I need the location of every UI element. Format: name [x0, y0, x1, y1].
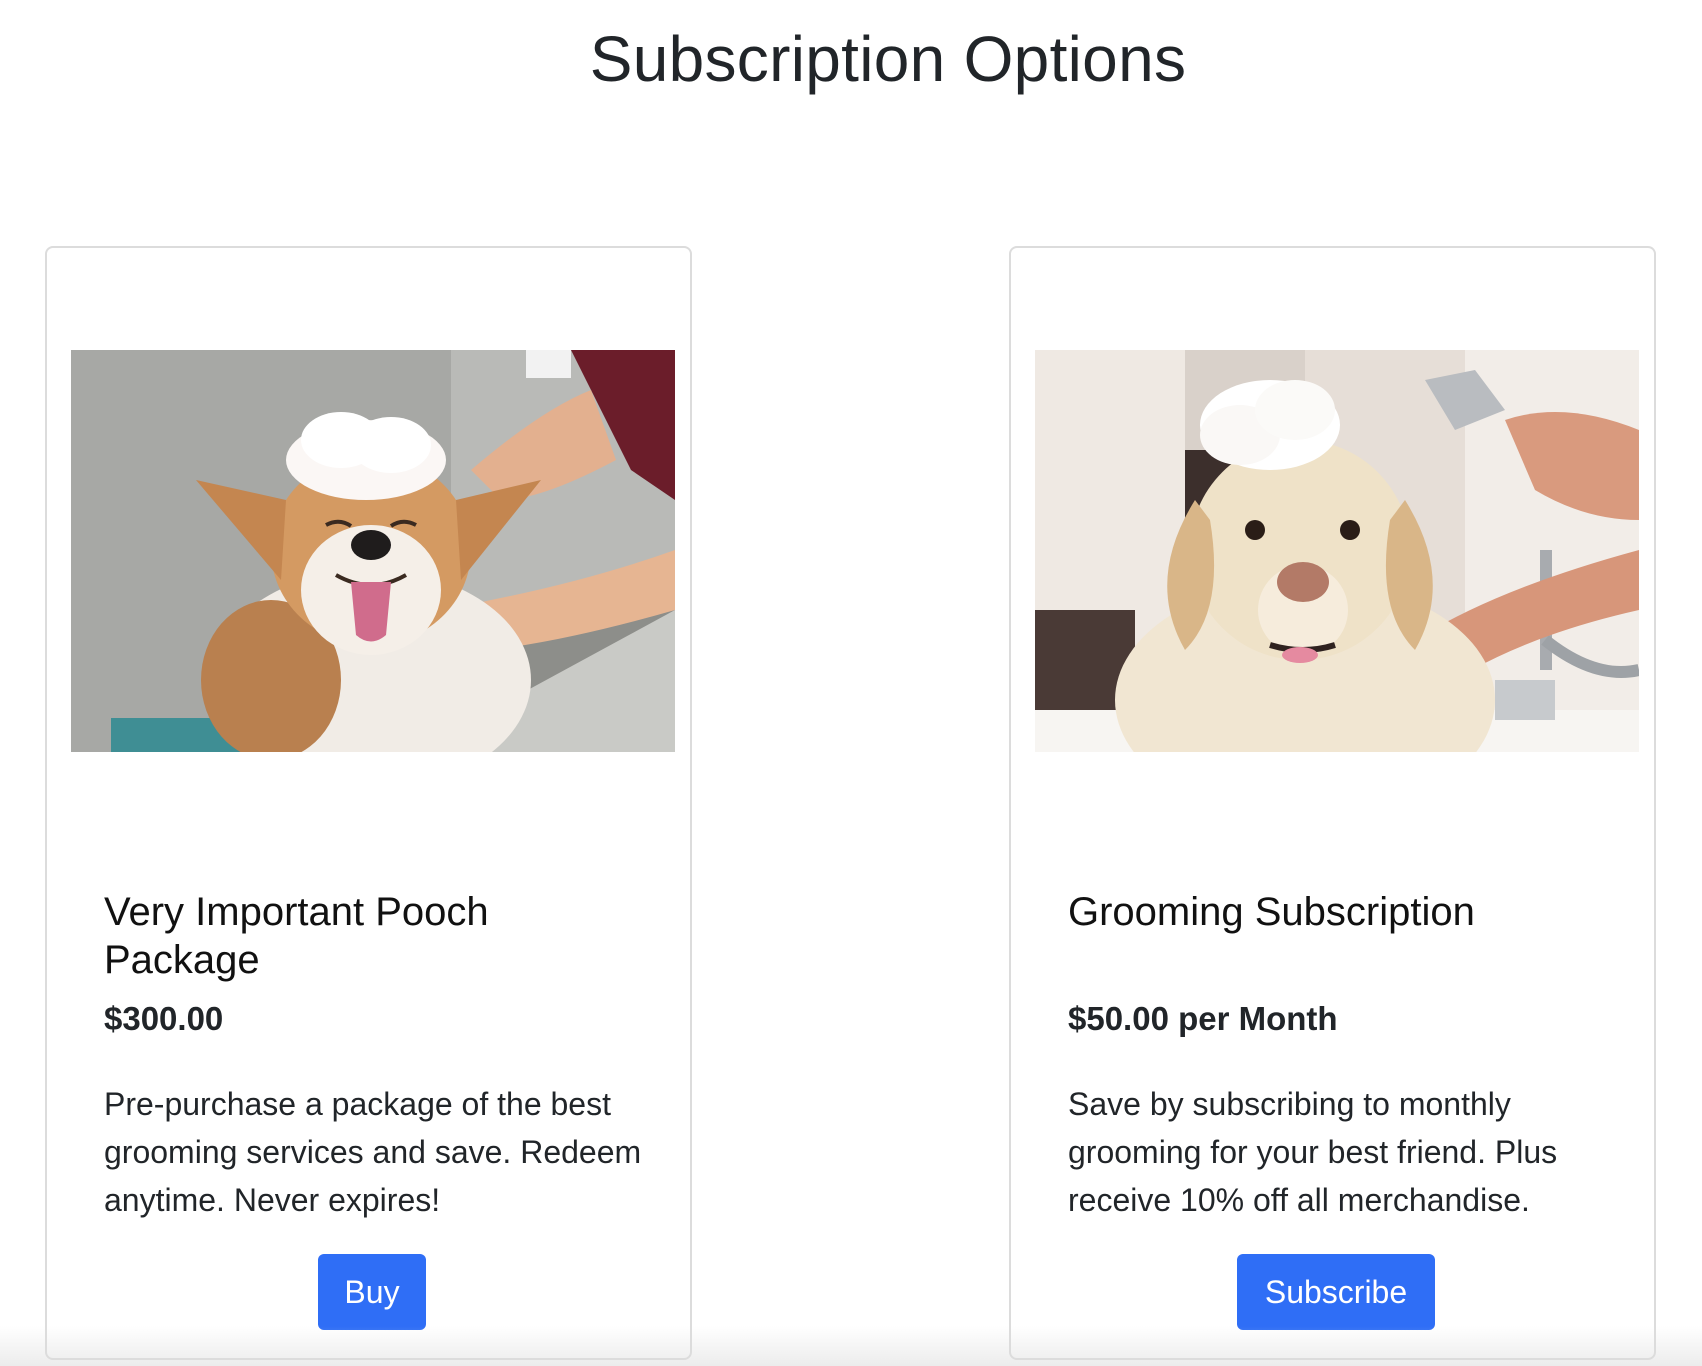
- card-title: Very Important Pooch Package: [104, 890, 489, 982]
- card-price: $300.00: [104, 1000, 224, 1037]
- buy-button[interactable]: Buy: [318, 1254, 426, 1330]
- card-title: Grooming Subscription: [1068, 890, 1475, 934]
- subscription-page: Subscription Options Very Important Pooc…: [0, 0, 1702, 1366]
- subscription-card-vip-package: Very Important Pooch Package $300.00 Pre…: [45, 246, 692, 1360]
- card-description: Pre-purchase a package of the best groom…: [104, 1086, 642, 1218]
- card-price: $50.00 per Month: [1068, 1000, 1338, 1037]
- subscription-card-grooming: Grooming Subscription $50.00 per Month S…: [1009, 246, 1656, 1360]
- subscribe-button[interactable]: Subscribe: [1237, 1254, 1435, 1330]
- labrador-bath-image: [1035, 350, 1639, 752]
- page-title: Subscription Options: [589, 23, 1187, 95]
- card-description: Save by subscribing to monthly grooming …: [1068, 1086, 1558, 1218]
- corgi-bath-image: [71, 350, 675, 752]
